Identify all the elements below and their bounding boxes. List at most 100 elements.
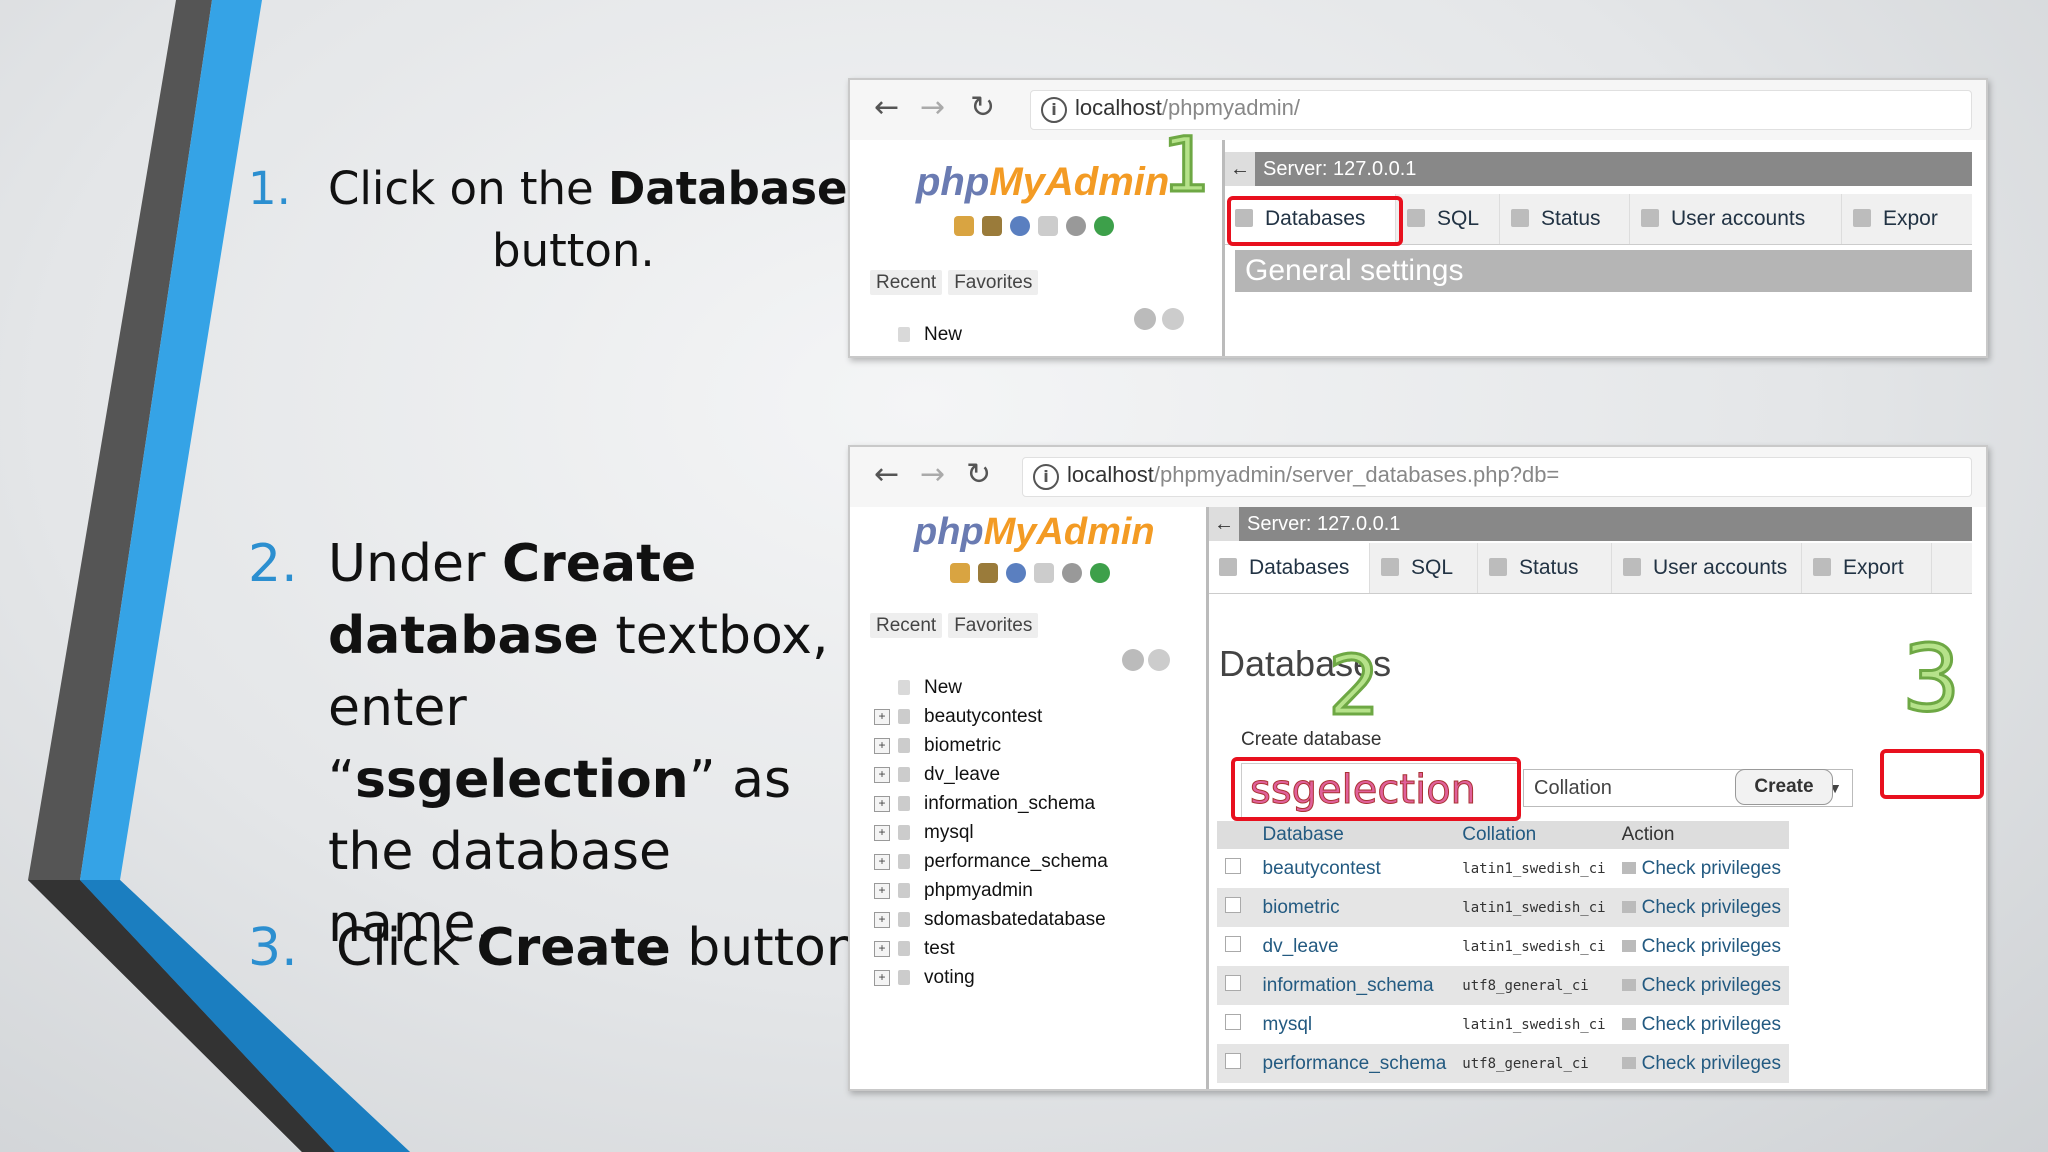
step-number: 2. xyxy=(248,534,298,594)
info-icon[interactable]: i xyxy=(1041,97,1067,123)
gear-icon[interactable] xyxy=(1062,563,1082,583)
main-panel: ← Server: 127.0.0.1 Databases SQL Status … xyxy=(1225,140,1986,356)
address-bar: ← → ↻ i localhost/phpmyadmin/server_data… xyxy=(850,447,1986,508)
column-header-database[interactable]: Database xyxy=(1254,821,1455,849)
row-checkbox[interactable] xyxy=(1225,935,1241,952)
docs-icon[interactable] xyxy=(1034,563,1054,583)
create-button[interactable]: Create xyxy=(1735,769,1833,805)
db-name-link[interactable]: mysql xyxy=(1255,1005,1455,1044)
db-name-link[interactable]: dv_leave xyxy=(1255,927,1455,966)
tree-item-new[interactable]: New xyxy=(870,320,962,349)
step-text-cont: button. xyxy=(492,224,655,277)
phpmyadmin-logo[interactable]: phpMyAdmin xyxy=(916,160,1169,205)
step-number: 1. xyxy=(248,162,291,215)
collapse-all-icon[interactable] xyxy=(1122,649,1144,671)
server-breadcrumb[interactable]: ← Server: 127.0.0.1 xyxy=(1225,152,1972,186)
docs-icon[interactable] xyxy=(1038,216,1058,236)
tree-item-database[interactable]: + voting xyxy=(870,963,1108,992)
general-settings-header: General settings xyxy=(1235,250,1972,292)
forward-icon[interactable]: → xyxy=(920,457,945,492)
check-privileges-link[interactable]: Check privileges xyxy=(1613,966,1789,1005)
help-icon[interactable] xyxy=(1010,216,1030,236)
highlight-create-button xyxy=(1880,749,1984,799)
db-name-link[interactable]: information_schema xyxy=(1254,966,1455,1005)
main-panel: ← Server: 127.0.0.1 Databases SQL Status … xyxy=(1209,507,1986,1089)
tab-status[interactable]: Status xyxy=(1479,543,1612,593)
db-collation: utf8_general_ci xyxy=(1454,966,1614,1005)
back-icon[interactable]: ← xyxy=(874,457,899,492)
tab-export[interactable]: Export xyxy=(1803,543,1932,593)
tree-item-database[interactable]: + mysql xyxy=(870,818,1108,847)
db-collation: latin1_swedish_ci xyxy=(1462,938,1606,955)
row-checkbox[interactable] xyxy=(1225,974,1241,991)
row-checkbox[interactable] xyxy=(1225,857,1241,874)
top-tabs: Databases SQL Status User accounts Expor… xyxy=(1209,543,1972,594)
tab-user-accounts[interactable]: User accounts xyxy=(1613,543,1802,593)
back-icon[interactable]: ← xyxy=(874,90,899,125)
row-checkbox[interactable] xyxy=(1225,1013,1241,1030)
db-name-link[interactable]: beautycontest xyxy=(1255,849,1455,888)
collapse-all-icon[interactable] xyxy=(1134,308,1156,330)
db-collation: latin1_swedish_ci xyxy=(1454,888,1614,927)
tab-sql[interactable]: SQL xyxy=(1371,543,1478,593)
home-icon[interactable] xyxy=(954,216,974,236)
link-icon[interactable] xyxy=(1162,308,1184,330)
info-icon[interactable]: i xyxy=(1033,464,1059,490)
databases-table: Database Collation Action beautycontest … xyxy=(1217,821,1789,1083)
step-text: Click Create button. xyxy=(336,918,876,978)
check-privileges-link[interactable]: Check privileges xyxy=(1614,849,1789,888)
forward-icon[interactable]: → xyxy=(920,90,945,125)
gear-icon[interactable] xyxy=(1066,216,1086,236)
tree-item-database[interactable]: + dv_leave xyxy=(870,760,1108,789)
favorites-tab[interactable]: Favorites xyxy=(948,270,1039,295)
tree-item-database[interactable]: + biometric xyxy=(870,731,1108,760)
help-icon[interactable] xyxy=(1006,563,1026,583)
column-header-action: Action xyxy=(1613,821,1789,849)
tree-item-database[interactable]: + test xyxy=(870,934,1108,963)
url-input[interactable]: i localhost/phpmyadmin/server_databases.… xyxy=(1022,457,1972,497)
row-checkbox[interactable] xyxy=(1225,896,1241,913)
address-bar: ← → ↻ i localhost/phpmyadmin/ xyxy=(850,80,1986,141)
recent-tab[interactable]: Recent xyxy=(870,613,943,638)
nav-icon-row xyxy=(950,563,1110,583)
link-icon[interactable] xyxy=(1148,649,1170,671)
check-privileges-link[interactable]: Check privileges xyxy=(1613,1044,1789,1083)
screenshot-phpmyadmin-home: ← → ↻ i localhost/phpmyadmin/ phpMyAdmin… xyxy=(848,78,1988,358)
step-text: Under Create database textbox, enter “ss… xyxy=(328,534,829,954)
tree-item-database[interactable]: + beautycontest xyxy=(870,702,1108,731)
table-row: biometric latin1_swedish_ci Check privil… xyxy=(1217,888,1789,927)
tab-databases[interactable]: Databases xyxy=(1209,543,1370,593)
check-privileges-link[interactable]: Check privileges xyxy=(1613,888,1789,927)
server-breadcrumb[interactable]: ← Server: 127.0.0.1 xyxy=(1209,507,1972,541)
reload-icon[interactable]: ↻ xyxy=(966,457,991,492)
reload-nav-icon[interactable] xyxy=(1094,216,1114,236)
db-name-link[interactable]: biometric xyxy=(1254,888,1455,927)
exit-icon[interactable] xyxy=(978,563,998,583)
column-header-collation[interactable]: Collation xyxy=(1454,821,1614,849)
tree-item-database[interactable]: + performance_schema xyxy=(870,847,1108,876)
tree-item-new[interactable]: New xyxy=(870,673,1108,702)
favorites-tab[interactable]: Favorites xyxy=(948,613,1039,638)
recent-tab[interactable]: Recent xyxy=(870,270,943,295)
tab-user-accounts[interactable]: User accounts xyxy=(1631,194,1842,244)
tab-status[interactable]: Status xyxy=(1501,194,1630,244)
row-checkbox[interactable] xyxy=(1225,1052,1241,1069)
tab-sql[interactable]: SQL xyxy=(1397,194,1500,244)
highlight-databases-tab xyxy=(1227,196,1403,246)
exit-icon[interactable] xyxy=(982,216,1002,236)
db-collation: utf8_general_ci xyxy=(1454,1044,1614,1083)
phpmyadmin-logo[interactable]: phpMyAdmin xyxy=(914,511,1155,554)
tree-item-database[interactable]: + information_schema xyxy=(870,789,1108,818)
db-name-link[interactable]: performance_schema xyxy=(1254,1044,1455,1083)
check-privileges-link[interactable]: Check privileges xyxy=(1614,927,1789,966)
tree-item-database[interactable]: + phpmyadmin xyxy=(870,876,1108,905)
url-text: localhost/phpmyadmin/server_databases.ph… xyxy=(1067,462,1560,487)
table-row: performance_schema utf8_general_ci Check… xyxy=(1217,1044,1789,1083)
check-privileges-link[interactable]: Check privileges xyxy=(1614,1005,1789,1044)
tab-export[interactable]: Expor xyxy=(1843,194,1973,244)
home-icon[interactable] xyxy=(950,563,970,583)
tree-item-database[interactable]: + sdomasbatedatabase xyxy=(870,905,1108,934)
db-tree: New + beautycontest + biometric + dv_leave … xyxy=(870,673,1108,992)
reload-nav-icon[interactable] xyxy=(1090,563,1110,583)
reload-icon[interactable]: ↻ xyxy=(970,90,995,125)
